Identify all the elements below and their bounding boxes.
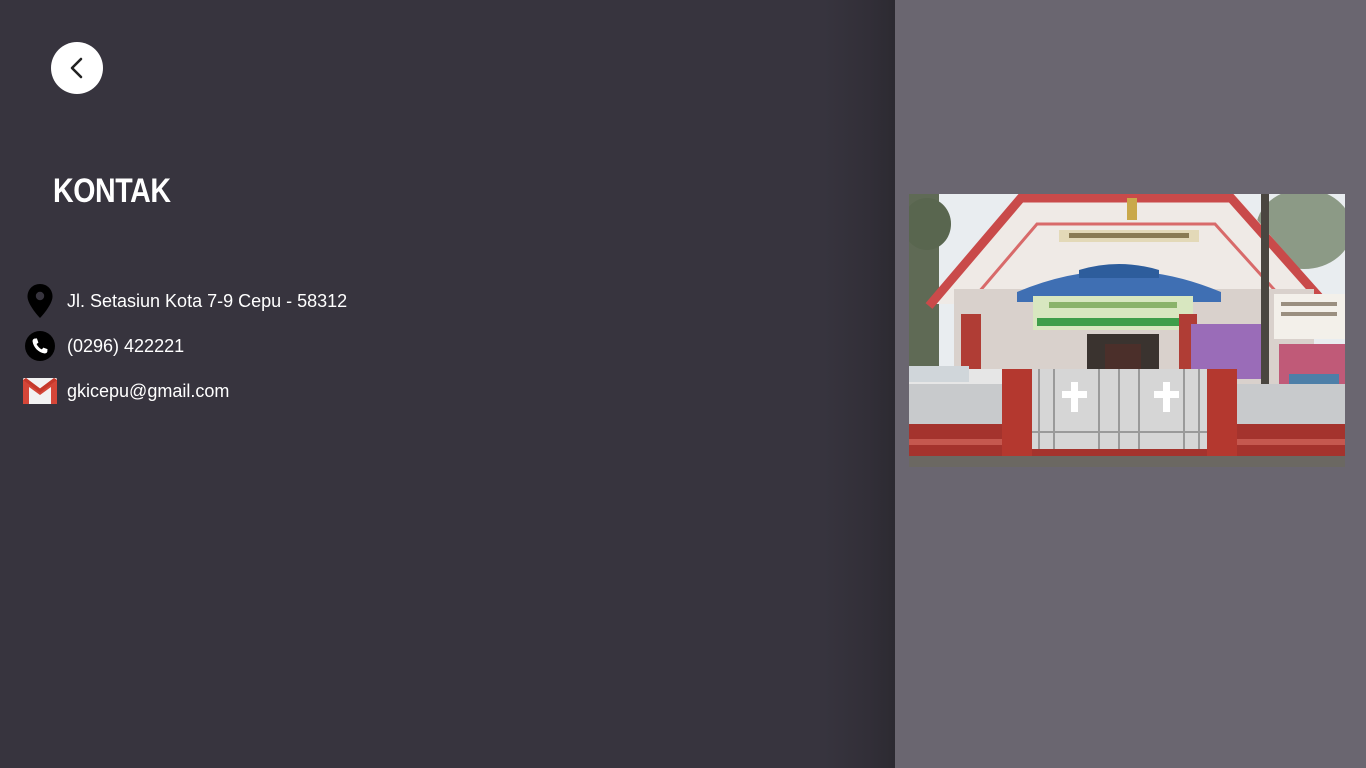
contact-email: gkicepu@gmail.com: [20, 373, 229, 409]
church-photo: [909, 194, 1345, 467]
phone-icon: [20, 328, 60, 364]
location-pin-icon: [20, 283, 60, 319]
contact-phone: (0296) 422221: [20, 328, 184, 364]
address-text: Jl. Setasiun Kota 7-9 Cepu - 58312: [67, 290, 348, 311]
contact-page: KONTAK Jl. Setasiun Kota 7-9 Cepu - 5831…: [0, 0, 1366, 768]
phone-text: (0296) 422221: [67, 335, 185, 356]
email-text[interactable]: gkicepu@gmail.com: [67, 381, 229, 402]
page-title: KONTAK: [53, 172, 171, 210]
back-button[interactable]: [51, 42, 103, 94]
contact-panel: KONTAK Jl. Setasiun Kota 7-9 Cepu - 5831…: [0, 0, 895, 768]
chevron-left-icon: [70, 57, 83, 79]
gmail-icon: [20, 373, 60, 409]
contact-address: Jl. Setasiun Kota 7-9 Cepu - 58312: [20, 283, 347, 319]
